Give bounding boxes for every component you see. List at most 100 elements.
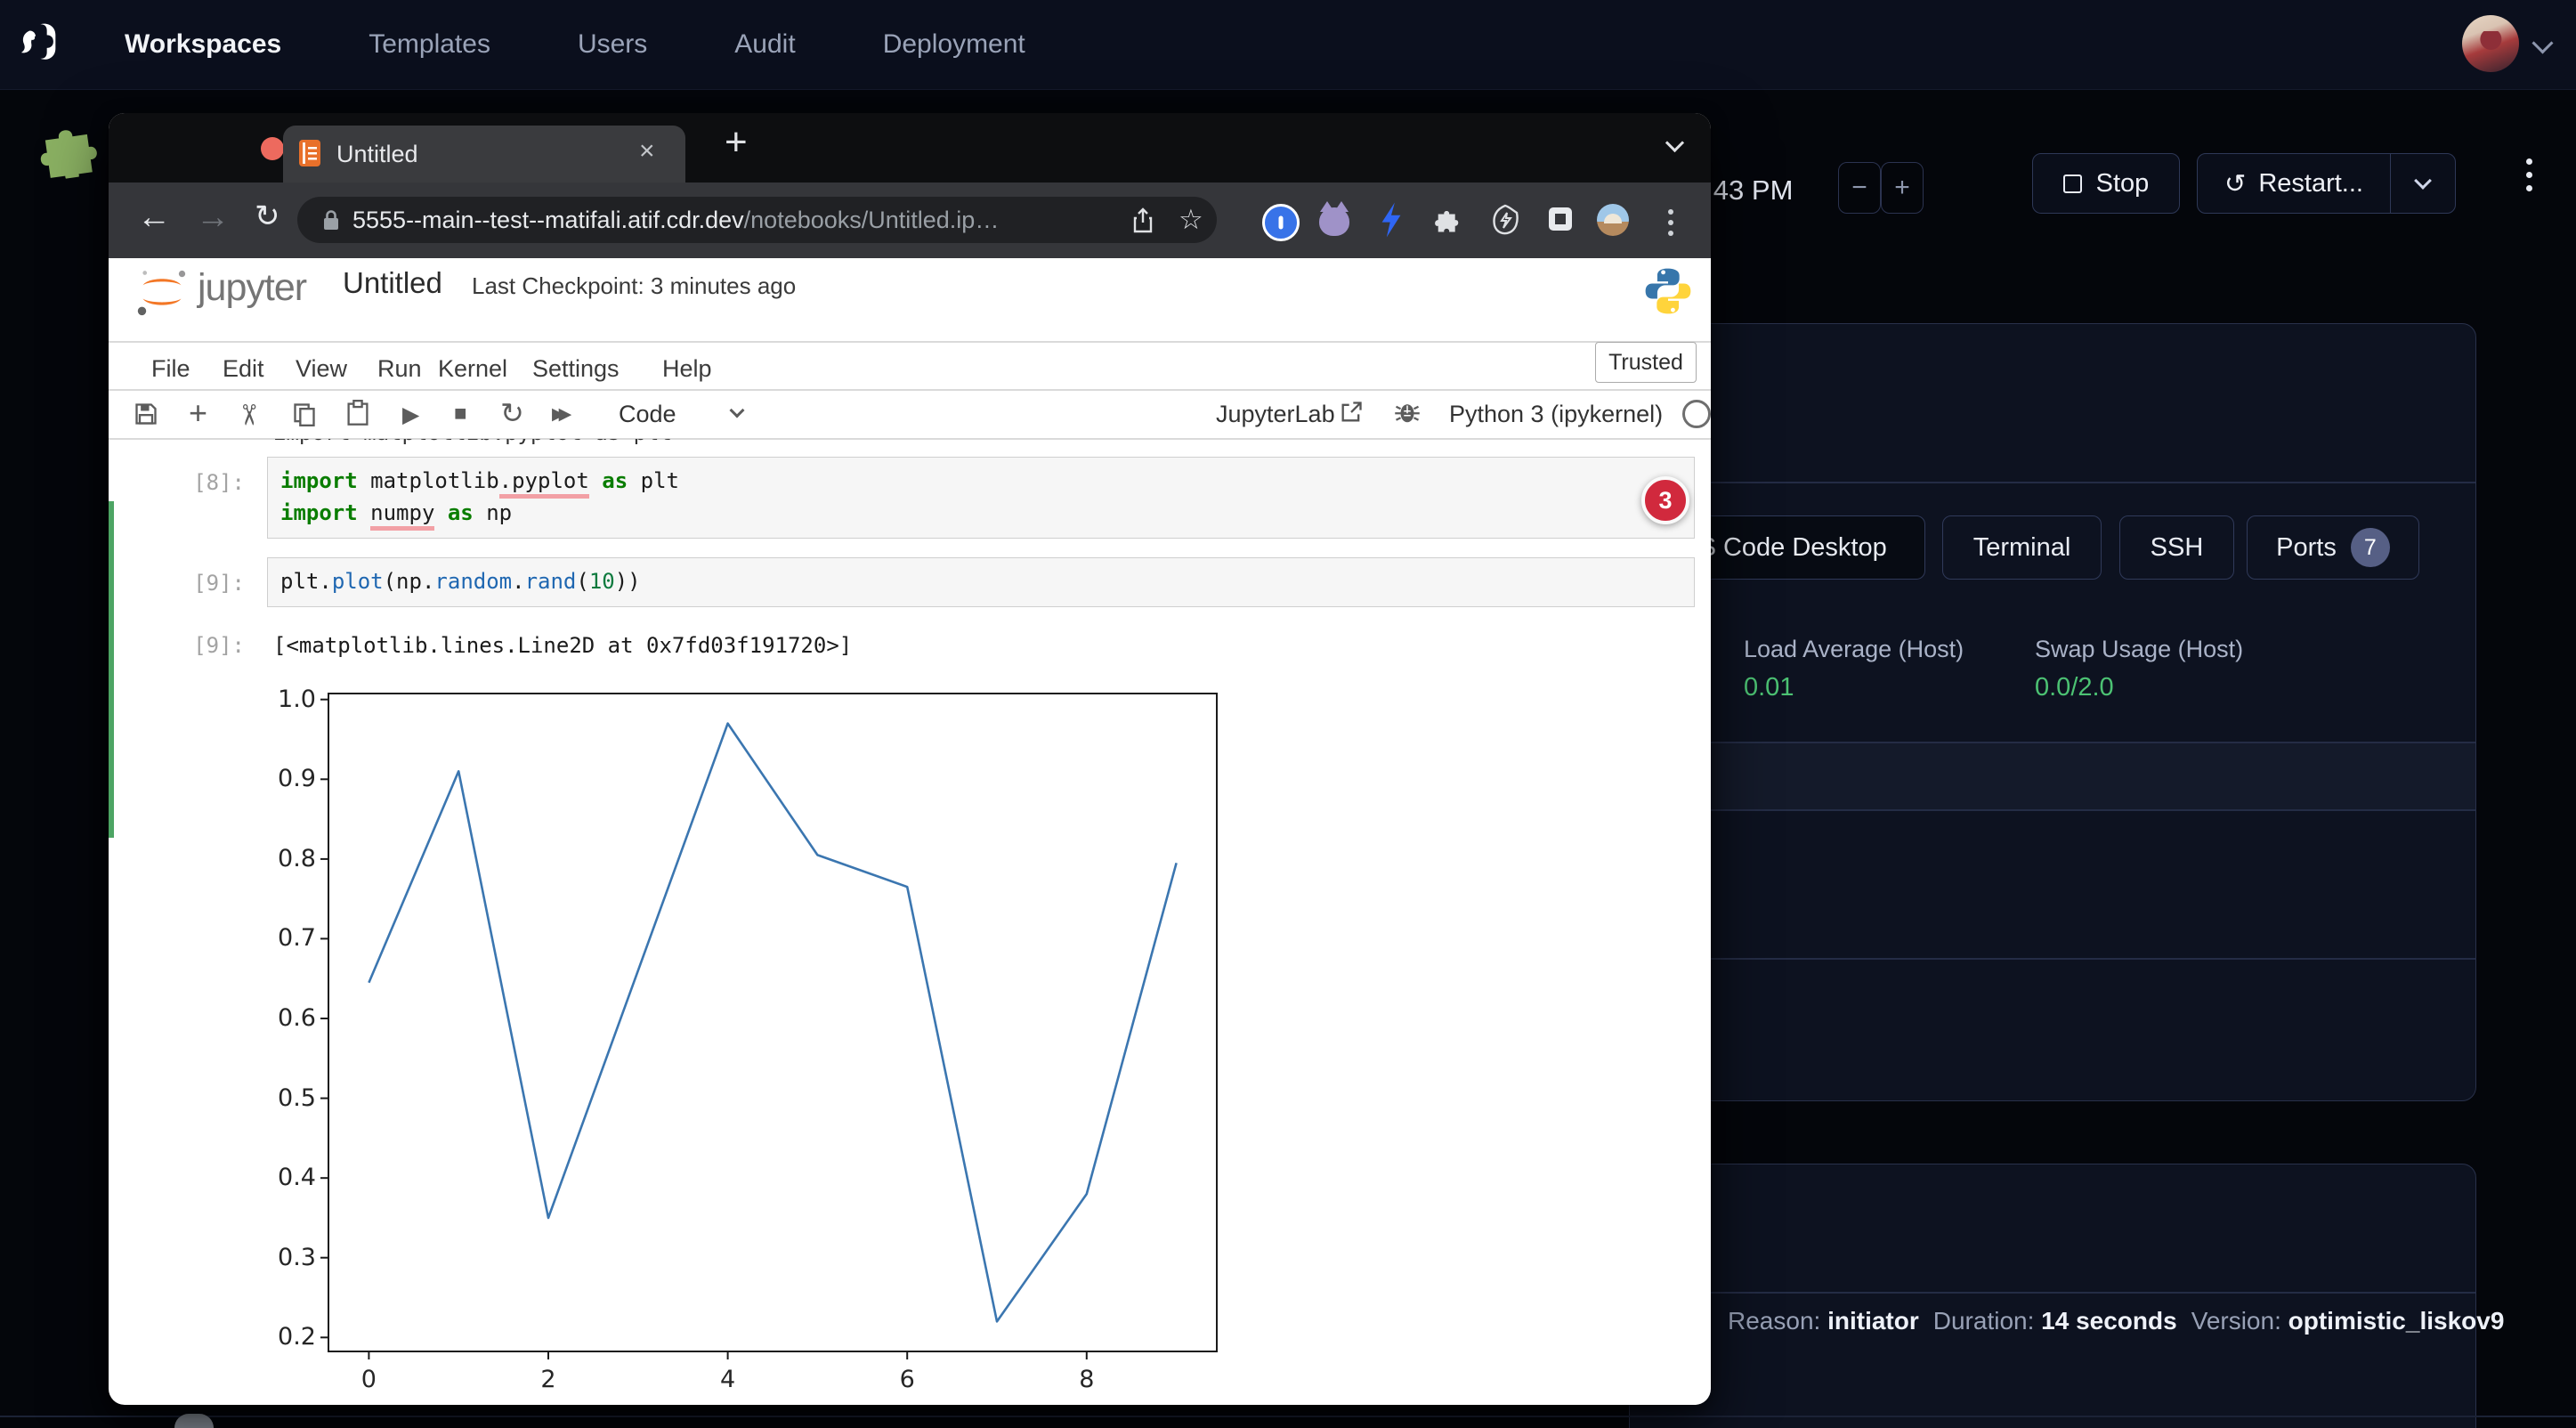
y-tick-label: 0.3 <box>227 1244 316 1271</box>
divider <box>0 1416 2576 1417</box>
url-host: 5555--main--test--matifali.atif.cdr.dev <box>352 207 744 233</box>
octocat-extension-icon[interactable] <box>1319 204 1349 236</box>
trusted-button[interactable]: Trusted <box>1595 342 1697 383</box>
workspace-menu-button[interactable] <box>2526 158 2532 191</box>
menu-view[interactable]: View <box>296 355 347 383</box>
interrupt-kernel-icon[interactable]: ■ <box>454 402 467 426</box>
lock-icon <box>322 209 340 231</box>
y-tick-label: 0.4 <box>227 1164 316 1191</box>
cut-cell-icon[interactable]: ✂ <box>231 403 265 427</box>
energy-saver-leaf-icon[interactable] <box>1490 204 1520 236</box>
jupyterlab-link[interactable]: JupyterLab <box>1216 401 1335 428</box>
copy-icon[interactable] <box>292 402 317 426</box>
nav-item-workspaces[interactable]: Workspaces <box>125 29 281 60</box>
url-text: 5555--main--test--matifali.atif.cdr.dev/… <box>352 207 999 234</box>
share-icon[interactable] <box>1132 207 1154 234</box>
cell-type-select[interactable]: Code <box>619 401 676 428</box>
nav-item-audit[interactable]: Audit <box>734 29 795 60</box>
menu-settings[interactable]: Settings <box>532 355 620 383</box>
kernel-status-icon <box>1682 400 1711 428</box>
close-window-button[interactable] <box>261 137 284 160</box>
stat-label: Swap Usage (Host) <box>2035 636 2243 663</box>
back-icon[interactable]: ← <box>137 199 171 237</box>
matplotlib-plot <box>275 685 1270 1405</box>
build-metadata: Reason: initiator Duration: 14 seconds V… <box>1728 1307 2504 1335</box>
cell-prompt: [8]: <box>182 470 245 495</box>
chevron-down-icon <box>2415 172 2433 190</box>
menu-help[interactable]: Help <box>662 355 712 383</box>
chevron-down-icon[interactable] <box>2531 32 2553 53</box>
y-tick-label: 0.7 <box>227 924 316 952</box>
puzzle-icon[interactable] <box>30 113 106 183</box>
menu-edit[interactable]: Edit <box>223 355 264 383</box>
browser-tab[interactable]: Untitled × <box>283 126 685 183</box>
address-bar[interactable]: 5555--main--test--matifali.atif.cdr.dev/… <box>297 197 1217 243</box>
restart-label: Restart... <box>2258 169 2363 199</box>
app-label: Terminal <box>1973 533 2071 563</box>
code-cell[interactable]: plt.plot(np.random.rand(10)) <box>267 557 1695 607</box>
external-link-icon[interactable] <box>1339 400 1364 425</box>
x-tick-label: 0 <box>333 1366 404 1393</box>
workspace-panel: VS Code Desktop Terminal SSH Ports 7 Loa… <box>1629 323 2476 1101</box>
chevron-down-icon[interactable] <box>730 403 745 418</box>
coder-logo[interactable] <box>12 18 64 69</box>
lightning-extension-icon[interactable] <box>1380 202 1403 238</box>
x-tick-label: 4 <box>693 1366 764 1393</box>
app-button-ssh[interactable]: SSH <box>2119 515 2234 580</box>
new-tab-button[interactable]: + <box>725 120 748 165</box>
table-row[interactable] <box>1630 742 2475 809</box>
forward-icon[interactable]: → <box>196 199 230 237</box>
notebook-title[interactable]: Untitled <box>343 266 442 300</box>
browser-profile-avatar[interactable] <box>1597 204 1629 236</box>
onepassword-extension-icon[interactable] <box>1262 204 1300 241</box>
cell-prompt: [9]: <box>182 571 245 596</box>
app-button-ports[interactable]: Ports 7 <box>2247 515 2419 580</box>
user-avatar[interactable] <box>2462 15 2519 72</box>
jupyter-logo <box>132 266 192 320</box>
restart-workspace-button[interactable]: ↺ Restart... <box>2198 154 2390 213</box>
stop-workspace-button[interactable]: Stop <box>2032 153 2180 214</box>
menu-run[interactable]: Run <box>377 355 422 383</box>
checkpoint-status: Last Checkpoint: 3 minutes ago <box>472 272 796 300</box>
reload-icon[interactable]: ↻ <box>255 199 280 234</box>
kernel-name[interactable]: Python 3 (ipykernel) <box>1449 401 1663 428</box>
add-cell-icon[interactable]: + <box>189 394 207 432</box>
restart-options-button[interactable] <box>2391 154 2455 213</box>
nav-item-deployment[interactable]: Deployment <box>883 29 1025 60</box>
build-panel: Reason: initiator Duration: 14 seconds V… <box>1629 1164 2476 1428</box>
debugger-bug-icon[interactable] <box>1394 399 1421 426</box>
screen: Workspaces Templates Users Audit Deploym… <box>0 0 2576 1428</box>
paste-icon[interactable] <box>345 400 370 426</box>
close-tab-icon[interactable]: × <box>639 136 655 166</box>
output-prompt: [9]: <box>182 633 245 658</box>
nav-item-templates[interactable]: Templates <box>369 29 490 60</box>
tab-search-chevron-icon[interactable] <box>1668 136 1681 154</box>
divider <box>1630 742 2475 743</box>
main-nav: Workspaces Templates Users Audit Deploym… <box>0 29 1025 60</box>
reason-value: initiator <box>1827 1307 1919 1335</box>
cell-output-text: [<matplotlib.lines.Line2D at 0x7fd03f191… <box>273 633 852 658</box>
stat-value: 0.01 <box>1744 673 1794 702</box>
restart-kernel-icon[interactable]: ↻ <box>500 396 524 430</box>
extensions-puzzle-icon[interactable] <box>1433 206 1462 234</box>
zoom-out-button[interactable]: − <box>1838 162 1881 214</box>
save-icon[interactable] <box>134 402 158 426</box>
nav-item-users[interactable]: Users <box>578 29 647 60</box>
app-label: Ports <box>2276 533 2337 563</box>
x-tick-label: 6 <box>871 1366 943 1393</box>
app-button-terminal[interactable]: Terminal <box>1942 515 2102 580</box>
menu-kernel[interactable]: Kernel <box>438 355 507 383</box>
run-cell-icon[interactable]: ▶ <box>402 402 419 428</box>
ports-count-badge: 7 <box>2351 528 2390 567</box>
code-cell[interactable]: import matplotlib.pyplot as pltimport nu… <box>267 457 1695 539</box>
scroll-bump-artifact <box>174 1414 214 1428</box>
bookmark-star-icon[interactable]: ☆ <box>1179 204 1203 236</box>
stop-label: Stop <box>2096 169 2150 199</box>
menu-file[interactable]: File <box>151 355 190 383</box>
app-label: SSH <box>2151 533 2204 563</box>
side-panel-icon[interactable] <box>1549 207 1572 231</box>
duration-label: Duration: <box>1933 1307 2035 1335</box>
browser-menu-icon[interactable] <box>1668 204 1673 236</box>
restart-run-all-icon[interactable]: ▶▶ <box>552 404 565 425</box>
zoom-in-button[interactable]: + <box>1881 162 1924 214</box>
